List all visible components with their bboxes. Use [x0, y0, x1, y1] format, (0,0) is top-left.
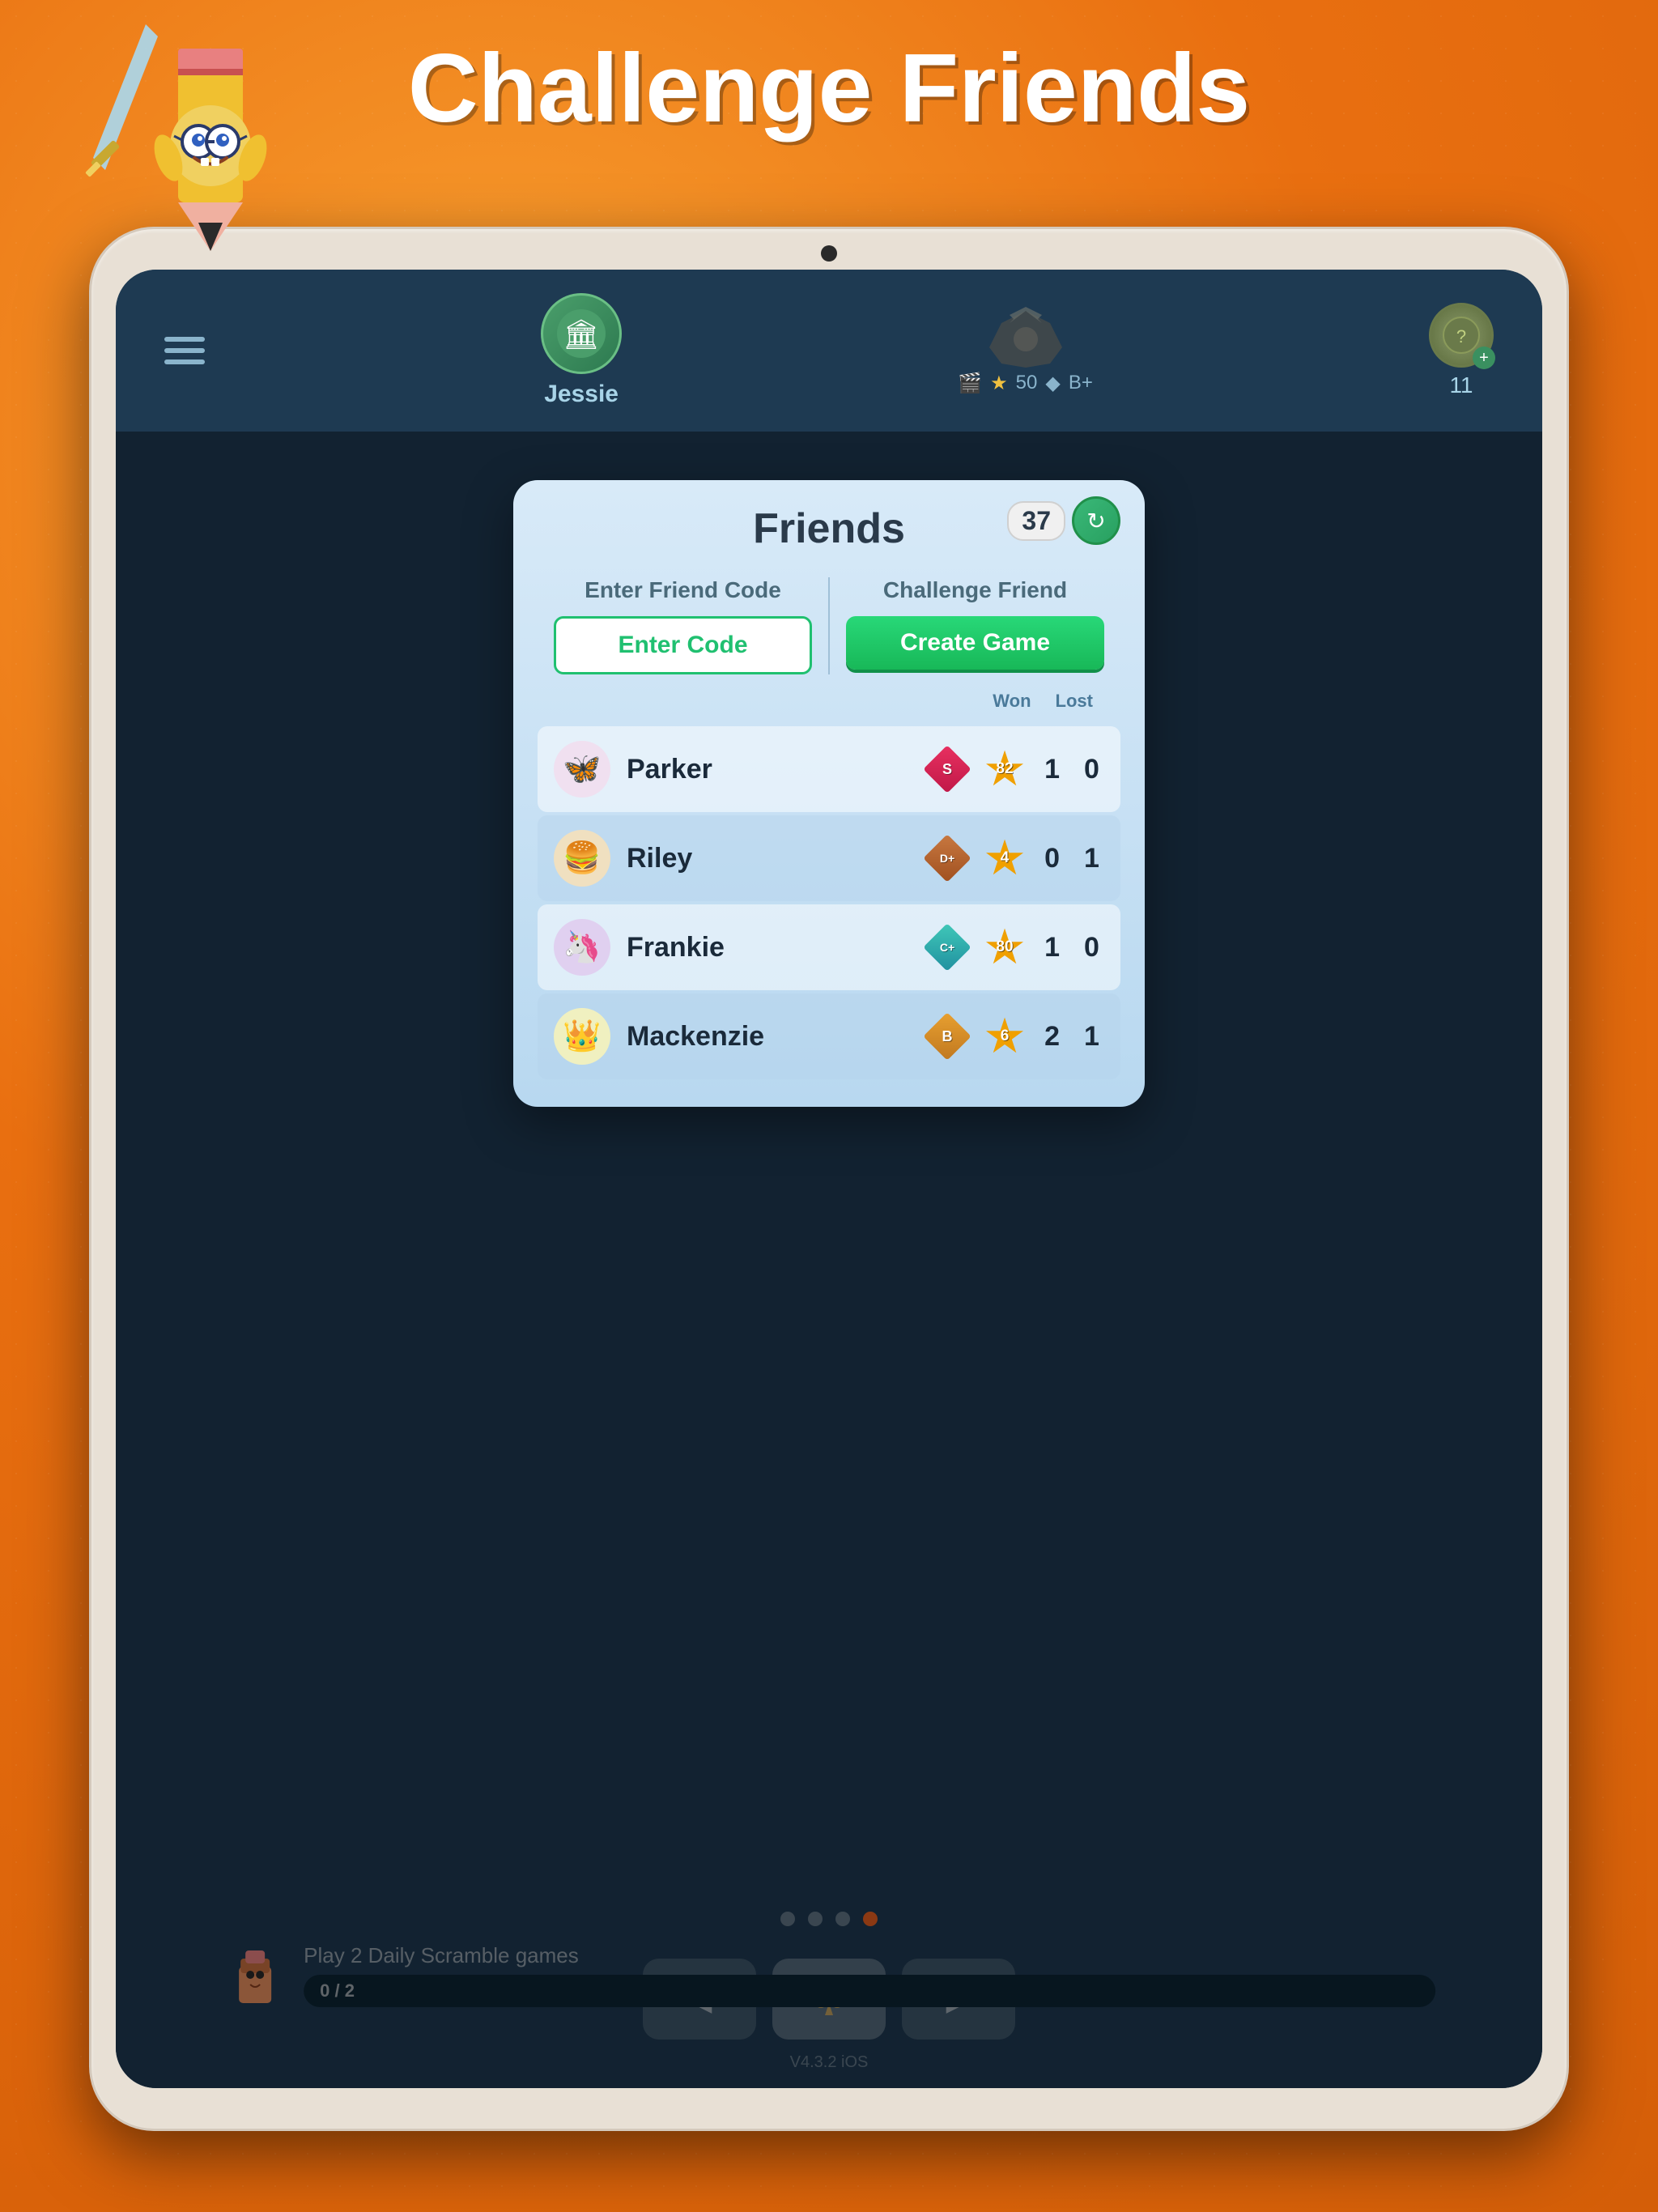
dialog-overlay: Friends 37 ↻ Enter Friend Code Enter Cod…: [116, 432, 1542, 2088]
tablet-frame: 🏛 Jessie 🎬 ★ 50 ◆ B+: [89, 227, 1569, 2131]
coin-badge: ?: [1429, 303, 1494, 368]
friend-row-frankie[interactable]: 🦄 Frankie C+ ★ 80: [538, 904, 1120, 990]
friend-star-riley: ★ 4: [978, 832, 1031, 885]
friend-row-mackenzie[interactable]: 👑 Mackenzie B ★ 6: [538, 993, 1120, 1079]
friend-avatar-frankie: 🦄: [554, 919, 610, 976]
refresh-button[interactable]: ↻: [1072, 496, 1120, 545]
rank-grade: B+: [1069, 372, 1093, 394]
friend-name-frankie: Frankie: [627, 932, 925, 963]
enter-code-label: Enter Friend Code: [585, 577, 781, 603]
friend-row-parker[interactable]: 🦋 Parker S ★ 82: [538, 726, 1120, 812]
friend-name-parker: Parker: [627, 754, 925, 785]
friends-count-badge: 37 ↻: [1007, 496, 1120, 545]
rank-icon: 🎬: [958, 372, 982, 395]
rank-info: 🎬 ★ 50 ◆ B+: [958, 307, 1093, 395]
friend-lost-riley: 1: [1084, 843, 1099, 874]
star-icon: ★: [990, 372, 1008, 395]
friend-name-mackenzie: Mackenzie: [627, 1021, 925, 1053]
menu-button[interactable]: [164, 337, 205, 364]
rank-badge-frankie: C+: [925, 925, 970, 970]
svg-text:🏛: 🏛: [563, 317, 600, 351]
enter-code-column: Enter Friend Code Enter Code: [538, 577, 830, 674]
app-body: Friends 37 ↻ Enter Friend Code Enter Cod…: [116, 432, 1542, 2088]
friends-list: 🦋 Parker S ★ 82: [538, 726, 1120, 1079]
friend-stats-parker: 1 0: [1039, 754, 1104, 785]
rank-badge-riley: D+: [925, 836, 970, 881]
challenge-label: Challenge Friend: [883, 577, 1067, 603]
friend-won-mackenzie: 2: [1044, 1021, 1060, 1053]
friend-row-riley[interactable]: 🍔 Riley D+ ★ 4: [538, 815, 1120, 901]
friend-avatar-riley: 🍔: [554, 830, 610, 887]
friend-star-mackenzie: ★ 6: [978, 1010, 1031, 1063]
challenge-column: Challenge Friend Create Game: [830, 577, 1120, 674]
rank-badge-parker: S: [925, 747, 970, 792]
friend-won-parker: 1: [1044, 754, 1060, 785]
create-game-button[interactable]: Create Game: [846, 616, 1104, 670]
tablet-camera: [821, 245, 837, 262]
friend-name-riley: Riley: [627, 843, 925, 874]
player-profile: 🏛 Jessie: [541, 293, 622, 408]
rank-diamond-icon: ◆: [1045, 372, 1060, 395]
friend-lost-frankie: 0: [1084, 932, 1099, 963]
friend-badges-frankie: C+ ★ 80: [925, 921, 1031, 974]
coins-count: 11: [1449, 372, 1473, 398]
friend-stats-frankie: 1 0: [1039, 932, 1104, 963]
friends-dialog: Friends 37 ↻ Enter Friend Code Enter Cod…: [513, 480, 1145, 1107]
svg-text:?: ?: [1456, 326, 1466, 347]
friend-badges-riley: D+ ★ 4: [925, 832, 1031, 885]
rank-badge-mackenzie: B: [925, 1014, 970, 1059]
friend-stats-mackenzie: 2 1: [1039, 1021, 1104, 1053]
friend-star-frankie: ★ 80: [978, 921, 1031, 974]
friend-avatar-parker: 🦋: [554, 741, 610, 798]
friend-count: 37: [1007, 501, 1065, 541]
enter-code-button[interactable]: Enter Code: [554, 616, 812, 674]
friend-won-frankie: 1: [1044, 932, 1060, 963]
dialog-header: Friends 37 ↻: [538, 504, 1120, 553]
rank-details: 🎬 ★ 50 ◆ B+: [958, 372, 1093, 395]
tablet-screen: 🏛 Jessie 🎬 ★ 50 ◆ B+: [116, 270, 1542, 2088]
dialog-title: Friends: [753, 504, 905, 553]
friend-star-parker: ★ 82: [978, 742, 1031, 796]
friend-badges-mackenzie: B ★ 6: [925, 1010, 1031, 1063]
friend-stats-riley: 0 1: [1039, 843, 1104, 874]
friend-lost-parker: 0: [1084, 754, 1099, 785]
player-avatar: 🏛: [541, 293, 622, 374]
friend-lost-mackenzie: 1: [1084, 1021, 1099, 1053]
friend-avatar-mackenzie: 👑: [554, 1008, 610, 1065]
rank-emblem-icon: [985, 307, 1066, 372]
coins-section: ? 11: [1429, 303, 1494, 398]
won-header: Won: [993, 691, 1031, 712]
app-header: 🏛 Jessie 🎬 ★ 50 ◆ B+: [116, 270, 1542, 432]
lost-header: Lost: [1056, 691, 1093, 712]
friend-won-riley: 0: [1044, 843, 1060, 874]
player-name: Jessie: [544, 381, 619, 408]
page-title: Challenge Friends: [408, 32, 1250, 144]
rank-stars: 50: [1016, 372, 1038, 394]
dialog-columns: Enter Friend Code Enter Code Challenge F…: [538, 577, 1120, 674]
mascot-character: [81, 8, 308, 267]
friend-badges-parker: S ★ 82: [925, 742, 1031, 796]
